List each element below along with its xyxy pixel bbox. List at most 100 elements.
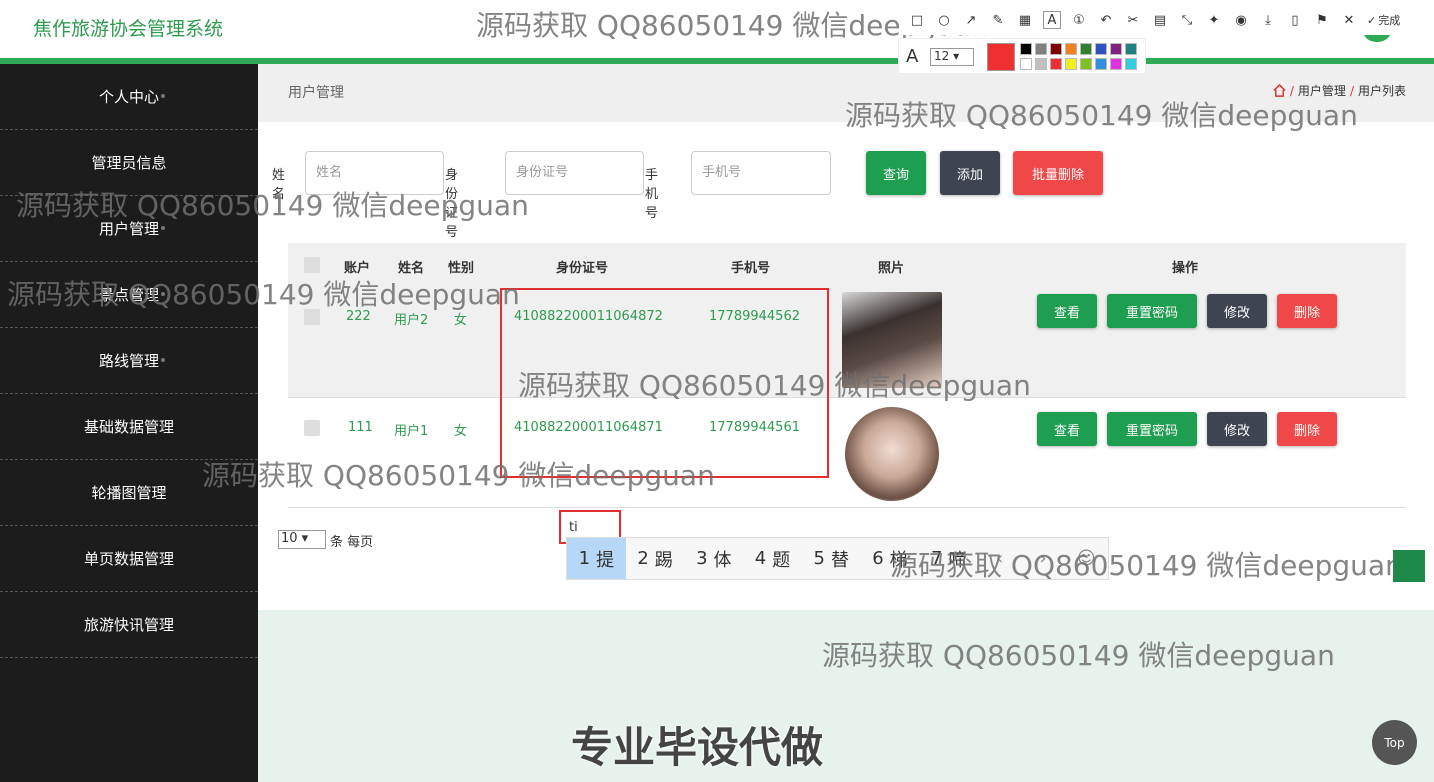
cell-account: 111 [348, 420, 373, 435]
chevron-down-icon [161, 226, 165, 230]
edit-button[interactable]: 修改 [1207, 412, 1267, 446]
phone-input[interactable]: 手机号 [691, 151, 831, 195]
sidebar-item-profile[interactable]: 个人中心 [0, 64, 258, 130]
color-swatch[interactable] [1095, 58, 1107, 70]
ime-candidate[interactable]: 5替 [802, 538, 861, 579]
ime-candidate-bar: 1提 2踢 3体 4题 5替 6梯 7啼 ‹ › ☺ [566, 537, 1109, 580]
side-widget[interactable] [1393, 550, 1425, 582]
ime-candidate[interactable]: 2踢 [626, 538, 685, 579]
candidate-index: 2 [637, 548, 649, 569]
sidebar-item-single-page[interactable]: 单页数据管理 [0, 526, 258, 592]
id-number-input[interactable]: 身份证号 [505, 151, 644, 195]
ime-candidate[interactable]: 7啼 [919, 538, 978, 579]
pin-icon[interactable]: ✦ [1205, 11, 1223, 29]
color-swatch[interactable] [1035, 43, 1047, 55]
screenshot-text-properties: A 12 ▾ [898, 38, 1146, 74]
breadcrumb-item[interactable]: 用户管理 [1298, 82, 1346, 99]
add-button[interactable]: 添加 [940, 151, 1000, 195]
user-photo [845, 407, 939, 501]
number-tool-icon[interactable]: ① [1070, 11, 1088, 29]
phone-icon[interactable]: ▯ [1286, 11, 1304, 29]
done-button[interactable]: ✓ 完成 [1367, 11, 1400, 29]
candidate-char: 替 [830, 549, 849, 571]
candidate-index: 5 [813, 548, 825, 569]
edit-button[interactable]: 修改 [1207, 294, 1267, 328]
ime-candidate[interactable]: 3体 [684, 538, 743, 579]
ocr-icon[interactable]: ▤ [1151, 11, 1169, 29]
color-swatch[interactable] [1050, 58, 1062, 70]
page-size-select[interactable]: 10 ▾ [278, 530, 326, 549]
color-swatch[interactable] [1095, 43, 1107, 55]
color-swatch[interactable] [1125, 43, 1137, 55]
column-header-phone: 手机号 [731, 261, 771, 276]
candidate-index: 3 [696, 548, 708, 569]
column-header-actions: 操作 [1172, 261, 1199, 276]
row-checkbox[interactable] [304, 420, 320, 436]
ellipse-tool-icon[interactable]: ○ [935, 11, 953, 29]
bookmark-icon[interactable]: ⚑ [1313, 11, 1331, 29]
sidebar-item-carousel[interactable]: 轮播图管理 [0, 460, 258, 526]
reset-password-button[interactable]: 重置密码 [1107, 412, 1197, 446]
ime-candidate[interactable]: 4题 [743, 538, 802, 579]
batch-delete-button[interactable]: 批量删除 [1013, 151, 1103, 195]
candidate-index: 4 [754, 548, 767, 569]
rectangle-tool-icon[interactable]: □ [908, 11, 926, 29]
scroll-capture-icon[interactable]: ⤡ [1178, 11, 1196, 29]
color-swatch[interactable] [1080, 43, 1092, 55]
ime-candidate[interactable]: 1提 [567, 538, 626, 579]
pen-tool-icon[interactable]: ✎ [989, 11, 1007, 29]
ime-candidate[interactable]: 6梯 [861, 538, 920, 579]
download-icon[interactable]: ⤓ [1259, 11, 1277, 29]
delete-button[interactable]: 删除 [1277, 294, 1337, 328]
breadcrumb-separator: / [1349, 83, 1354, 98]
color-swatch[interactable] [1110, 58, 1122, 70]
query-button[interactable]: 查询 [866, 151, 926, 195]
color-swatch[interactable] [1020, 43, 1032, 55]
home-icon[interactable] [1273, 84, 1286, 97]
page-size-value: 10 [281, 531, 298, 546]
page-title: 用户管理 [288, 85, 344, 101]
back-to-top-button[interactable]: Top [1372, 720, 1417, 765]
select-all-checkbox[interactable] [304, 257, 320, 273]
row-checkbox[interactable] [304, 309, 320, 325]
sidebar-item-routes[interactable]: 路线管理 [0, 328, 258, 394]
column-header-gender: 性别 [448, 261, 475, 276]
annotation-rectangle [500, 288, 829, 478]
cut-icon[interactable]: ✂ [1124, 11, 1142, 29]
color-swatch[interactable] [1080, 58, 1092, 70]
candidate-index: 7 [930, 548, 943, 569]
arrow-tool-icon[interactable]: ↗ [962, 11, 980, 29]
sidebar-item-label: 管理员信息 [91, 154, 167, 172]
sidebar-item-attractions[interactable]: 景点管理 [0, 262, 258, 328]
sidebar-item-users[interactable]: 用户管理 [0, 196, 258, 262]
record-icon[interactable]: ◉ [1232, 11, 1250, 29]
reset-password-button[interactable]: 重置密码 [1107, 294, 1197, 328]
close-icon[interactable]: ✕ [1340, 11, 1358, 29]
mosaic-tool-icon[interactable]: ▦ [1016, 11, 1034, 29]
chevron-left-icon[interactable]: ‹ [978, 538, 1021, 579]
color-swatch[interactable] [1020, 58, 1032, 70]
view-button[interactable]: 查看 [1037, 412, 1097, 446]
color-swatch[interactable] [1065, 58, 1077, 70]
font-size-select[interactable]: 12 ▾ [930, 48, 974, 66]
delete-button[interactable]: 删除 [1277, 412, 1337, 446]
color-swatch[interactable] [1035, 58, 1047, 70]
color-swatch[interactable] [1050, 43, 1062, 55]
sidebar-item-base-data[interactable]: 基础数据管理 [0, 394, 258, 460]
chevron-down-icon [161, 358, 165, 362]
color-swatch[interactable] [1125, 58, 1137, 70]
name-input[interactable]: 姓名 [305, 151, 444, 195]
sidebar-item-news[interactable]: 旅游快讯管理 [0, 592, 258, 658]
undo-icon[interactable]: ↶ [1097, 11, 1115, 29]
view-button[interactable]: 查看 [1037, 294, 1097, 328]
breadcrumb-item: 用户列表 [1357, 84, 1406, 98]
cell-account: 222 [346, 309, 371, 324]
color-swatch[interactable] [1065, 43, 1077, 55]
app-title: 焦作旅游协会管理系统 [33, 18, 224, 40]
emoji-icon[interactable]: ☺ [1065, 538, 1108, 579]
color-swatch[interactable] [1110, 43, 1122, 55]
current-color-swatch[interactable] [987, 43, 1015, 71]
chevron-right-icon[interactable]: › [1021, 538, 1064, 579]
sidebar-item-admin[interactable]: 管理员信息 [0, 130, 258, 196]
text-tool-icon[interactable]: A [1043, 11, 1061, 29]
